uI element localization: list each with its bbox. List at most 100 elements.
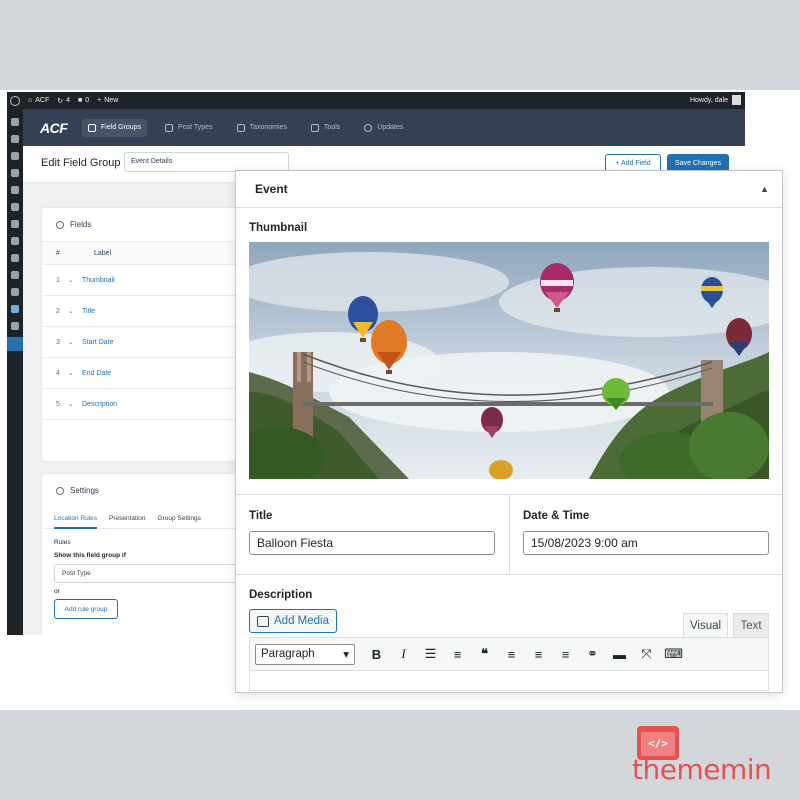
brand-text: thememin xyxy=(632,753,772,786)
collapse-triangle-icon[interactable]: ▲ xyxy=(760,184,769,194)
settings-panel-title: Settings xyxy=(70,486,99,495)
chevron-down-icon[interactable]: ⌄ xyxy=(68,369,82,377)
chevron-down-icon[interactable]: ⌄ xyxy=(68,338,82,346)
field-group-title-input[interactable]: Event Details xyxy=(124,152,289,172)
title-input[interactable]: Balloon Fiesta xyxy=(249,531,495,555)
bulleted-list-icon[interactable]: ☰ xyxy=(417,644,444,665)
comments-count: 0 xyxy=(85,97,90,104)
align-center-icon[interactable]: ≡ xyxy=(525,644,552,665)
row-label[interactable]: Thumbnail xyxy=(82,277,115,284)
format-select[interactable]: Paragraph ▾ xyxy=(255,643,355,665)
gear-icon xyxy=(56,486,64,495)
caret-down-icon: ▾ xyxy=(343,649,349,661)
row-label[interactable]: End Date xyxy=(82,370,111,377)
chevron-down-icon[interactable]: ⌄ xyxy=(68,307,82,315)
code-glyph: </> xyxy=(648,736,668,750)
thumbnail-label: Thumbnail xyxy=(249,222,308,234)
description-label: Description xyxy=(249,589,313,601)
row-number: 1 xyxy=(56,276,60,284)
appearance-icon[interactable] xyxy=(11,220,19,228)
tab-updates[interactable]: Updates xyxy=(358,119,409,137)
settings-icon[interactable] xyxy=(11,288,19,296)
play-icon[interactable] xyxy=(11,322,19,330)
top-background xyxy=(0,0,800,90)
row-label[interactable]: Title xyxy=(82,308,95,315)
italic-icon[interactable]: I xyxy=(390,644,417,665)
date-label: Date & Time xyxy=(523,510,590,522)
date-field: Date & Time 15/08/2023 9:00 am xyxy=(510,495,782,574)
row-label[interactable]: Start Date xyxy=(82,339,114,346)
tab-field-groups[interactable]: Field Groups xyxy=(82,118,148,137)
column-number: # xyxy=(56,249,60,257)
blockquote-icon[interactable]: ❝ xyxy=(471,644,498,665)
current-menu-highlight xyxy=(7,337,23,351)
admin-bar-updates[interactable]: ↻ 4 xyxy=(57,97,70,105)
admin-bar: ⌂ ACF ↻ 4 ■ 0 + New Howdy, dale xyxy=(7,92,745,109)
home-icon: ⌂ xyxy=(28,97,33,104)
tab-location-rules[interactable]: Location Rules xyxy=(54,515,97,529)
tab-field-groups-label: Field Groups xyxy=(101,124,142,131)
admin-bar-new[interactable]: + New xyxy=(97,97,118,104)
fields-panel-title: Fields xyxy=(70,220,92,229)
tools-icon[interactable] xyxy=(11,271,19,279)
numbered-list-icon[interactable]: ≡ xyxy=(444,644,471,665)
row-number: 3 xyxy=(56,338,60,346)
admin-side-menu xyxy=(7,109,23,635)
align-right-icon[interactable]: ≡ xyxy=(552,644,579,665)
new-label: New xyxy=(104,97,119,104)
row-label[interactable]: Description xyxy=(82,401,117,408)
posts-icon[interactable] xyxy=(11,135,19,143)
add-media-button[interactable]: Add Media xyxy=(249,609,337,633)
editor-content-area[interactable] xyxy=(249,671,769,691)
tab-tools[interactable]: Tools xyxy=(305,119,346,137)
admin-bar-account[interactable]: Howdy, dale xyxy=(690,95,741,105)
media-icon xyxy=(257,615,269,627)
wordpress-logo-icon[interactable] xyxy=(10,95,20,106)
chevron-down-icon[interactable]: ⌄ xyxy=(68,276,82,284)
date-time-input[interactable]: 15/08/2023 9:00 am xyxy=(523,531,769,555)
dashboard-icon[interactable] xyxy=(11,118,19,126)
add-rule-group-button[interactable]: Add rule group xyxy=(54,599,118,619)
plugins-icon[interactable] xyxy=(11,237,19,245)
metabox-title: Event xyxy=(255,182,288,196)
post-icon xyxy=(165,123,174,132)
thumbnail-image[interactable] xyxy=(249,242,769,479)
toolbar-toggle-icon[interactable]: ⌨ xyxy=(660,644,687,665)
tag-icon xyxy=(236,123,245,132)
admin-bar-site[interactable]: ⌂ ACF xyxy=(28,97,49,104)
tab-tools-label: Tools xyxy=(323,124,341,131)
event-metabox: Event ▲ Thumbnail Title Balloon Fiesta D… xyxy=(235,170,783,693)
tab-post-types[interactable]: Post Types xyxy=(159,119,219,137)
thememin-logo: </> thememin xyxy=(632,726,787,786)
row-number: 2 xyxy=(56,307,60,315)
admin-bar-comments[interactable]: ■ 0 xyxy=(78,97,89,104)
bold-icon[interactable]: B xyxy=(363,644,390,665)
read-more-icon[interactable]: ▬ xyxy=(606,644,633,665)
acf-logo[interactable]: ACF xyxy=(40,120,70,136)
fullscreen-icon[interactable]: ⤧ xyxy=(633,644,660,665)
download-icon xyxy=(364,123,373,132)
tab-updates-label: Updates xyxy=(377,124,404,131)
users-icon[interactable] xyxy=(11,254,19,262)
chevron-down-icon[interactable]: ⌄ xyxy=(68,400,82,408)
tab-text[interactable]: Text xyxy=(733,613,769,637)
tab-presentation[interactable]: Presentation xyxy=(109,515,146,522)
comments-icon[interactable] xyxy=(11,186,19,194)
pages-icon[interactable] xyxy=(11,169,19,177)
row-number: 5 xyxy=(56,400,60,408)
media-icon[interactable] xyxy=(11,152,19,160)
tab-group-settings[interactable]: Group Settings xyxy=(158,515,201,522)
tab-taxonomies-label: Taxonomies xyxy=(249,124,287,131)
page-title: Edit Field Group xyxy=(41,157,121,169)
tab-taxonomies[interactable]: Taxonomies xyxy=(231,119,293,137)
pin-icon[interactable] xyxy=(11,203,19,211)
link-icon[interactable]: ⚭ xyxy=(579,644,606,665)
balloon-bridge-photo xyxy=(249,242,769,479)
align-left-icon[interactable]: ≡ xyxy=(498,644,525,665)
editor-toolbar: Paragraph ▾ B I ☰ ≡ ❝ ≡ ≡ ≡ ⚭ ▬ ⤧ ⌨ xyxy=(249,637,769,671)
plus-icon: + xyxy=(97,97,102,104)
acf-menu-icon[interactable] xyxy=(11,305,19,313)
tab-visual[interactable]: Visual xyxy=(683,613,728,637)
updates-icon: ↻ xyxy=(57,97,64,105)
metabox-header[interactable]: Event ▲ xyxy=(236,171,782,208)
